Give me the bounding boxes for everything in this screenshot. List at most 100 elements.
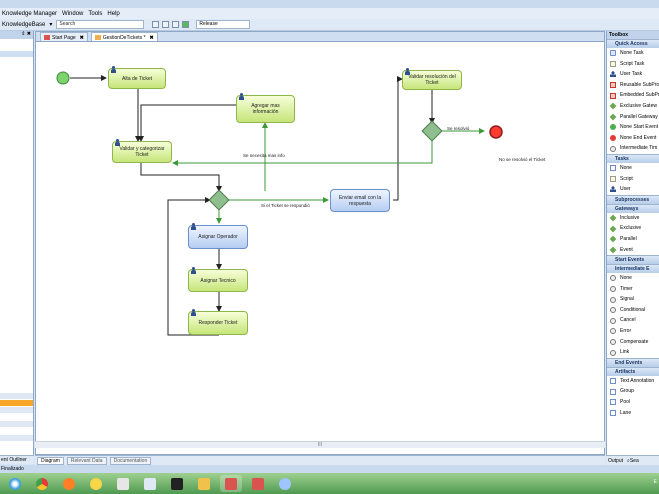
toolbox-section-header[interactable]: Tasks bbox=[607, 153, 659, 163]
toolbox-item[interactable]: Exclusive Gatew bbox=[607, 101, 659, 112]
toolbox-item[interactable]: Event bbox=[607, 245, 659, 256]
tool-icon[interactable] bbox=[274, 475, 296, 492]
toolbox-item[interactable]: Parallel Gateway bbox=[607, 112, 659, 123]
task-alta-de-ticket[interactable]: Alta de Ticket bbox=[108, 66, 166, 89]
toolbox-item[interactable]: Timer bbox=[607, 284, 659, 295]
task-agregar-mas-informacion[interactable]: Agregar mas información bbox=[236, 93, 295, 123]
tab-gestion-de-tickets[interactable]: GestionDeTickets * ✖ bbox=[90, 32, 158, 41]
end-event[interactable] bbox=[489, 125, 503, 139]
chevron-down-icon[interactable]: ▾ bbox=[49, 21, 52, 28]
toolbox-item-label: Lane bbox=[620, 409, 632, 416]
search-input[interactable]: Search bbox=[56, 20, 145, 29]
toolbox-item[interactable]: None Start Event bbox=[607, 122, 659, 133]
toolbox-item[interactable]: Conditional bbox=[607, 305, 659, 316]
none-icon bbox=[610, 165, 616, 172]
toolbox-item[interactable]: None End Event bbox=[607, 133, 659, 144]
folder-icon[interactable] bbox=[193, 475, 215, 492]
print-icon[interactable] bbox=[172, 21, 180, 28]
toolbox-section-header[interactable]: Artifacts bbox=[607, 366, 659, 376]
outline-tab[interactable]: ent Outliner bbox=[0, 455, 34, 464]
close-icon[interactable]: ✖ bbox=[149, 35, 153, 41]
tab-diagram[interactable]: Diagram bbox=[37, 456, 64, 465]
toolbox-section-header[interactable]: End Events bbox=[607, 357, 659, 367]
left-panel-row[interactable] bbox=[0, 435, 33, 441]
task-responder-ticket[interactable]: Responder Ticket bbox=[188, 309, 248, 335]
calculator-icon[interactable] bbox=[139, 475, 161, 492]
toolbox-item-label: Reusable SubPro bbox=[620, 81, 659, 88]
run-icon[interactable] bbox=[182, 21, 190, 28]
genexus-icon[interactable] bbox=[220, 475, 242, 492]
left-panel-row-selected[interactable] bbox=[0, 400, 33, 406]
gateway-respuesta[interactable] bbox=[208, 189, 230, 211]
toolbox-section-header[interactable]: Start Events bbox=[607, 255, 659, 265]
toolbox-item[interactable]: None Task bbox=[607, 48, 659, 59]
save-icon[interactable] bbox=[162, 21, 170, 28]
toolbox-item[interactable]: Error bbox=[607, 326, 659, 337]
toolbox-item-label: Cancel bbox=[620, 317, 636, 324]
toolbox-item[interactable]: Parallel bbox=[607, 234, 659, 245]
kb-dropdown[interactable]: KnowledgeBase bbox=[2, 22, 45, 28]
task-enviar-email[interactable]: Enviar email con la respuesta bbox=[330, 189, 390, 212]
toolbox-item[interactable]: Reusable SubPro bbox=[607, 80, 659, 91]
toolbox-item[interactable]: User bbox=[607, 184, 659, 195]
tab-search[interactable]: Sea bbox=[630, 458, 639, 464]
menu-knowledge-manager[interactable]: Knowledge Manager bbox=[2, 11, 57, 17]
gateway-resolucion[interactable] bbox=[421, 120, 443, 142]
tab-relevant-data[interactable]: Relevant Data bbox=[66, 456, 107, 465]
toolbox-item[interactable]: Inclusive bbox=[607, 213, 659, 224]
toolbox-section-header[interactable]: Quick Access bbox=[607, 39, 659, 48]
left-panel-row[interactable] bbox=[0, 393, 33, 399]
cmd-icon[interactable] bbox=[166, 475, 188, 492]
toolbox-item[interactable]: None bbox=[607, 163, 659, 174]
toolbar: KnowledgeBase ▾ Search Release bbox=[0, 19, 659, 31]
toolbox-item[interactable]: Lane bbox=[607, 408, 659, 419]
start-orb-icon[interactable] bbox=[4, 475, 26, 492]
toolbox-item[interactable]: Compensate bbox=[607, 337, 659, 348]
task-validar-categorizar[interactable]: Validar y categorizar Ticket bbox=[112, 139, 172, 163]
toolbox-item[interactable]: Signal bbox=[607, 294, 659, 305]
chrome-icon[interactable] bbox=[31, 475, 53, 492]
toolbox-item[interactable]: Group bbox=[607, 386, 659, 397]
toolbox-item-label: Inclusive bbox=[620, 214, 640, 221]
toolbox-item[interactable]: Exclusive bbox=[607, 223, 659, 234]
toolbox-section-header[interactable]: Gateways bbox=[607, 203, 659, 213]
close-icon[interactable]: ✖ bbox=[80, 35, 84, 41]
firefox-icon[interactable] bbox=[58, 475, 80, 492]
toolbox-item[interactable]: None bbox=[607, 273, 659, 284]
tab-documentation[interactable]: Documentation bbox=[109, 456, 152, 465]
toolbox-item[interactable]: Script Task bbox=[607, 59, 659, 70]
app-icon[interactable] bbox=[85, 475, 107, 492]
task-asignar-tecnico[interactable]: Asignar Tecnico bbox=[188, 267, 248, 292]
menu-window[interactable]: Window bbox=[62, 11, 83, 17]
tab-output[interactable]: Output bbox=[608, 458, 623, 464]
left-panel-row[interactable] bbox=[0, 421, 33, 427]
toolbox-item[interactable]: Intermediate Tim bbox=[607, 143, 659, 154]
toolbox-item[interactable]: Link bbox=[607, 347, 659, 358]
toolbox-item[interactable]: User Task bbox=[607, 69, 659, 80]
notepad-icon[interactable] bbox=[112, 475, 134, 492]
start-event[interactable] bbox=[56, 71, 70, 85]
diagram-canvas[interactable]: Alta de Ticket Agregar mas información V… bbox=[36, 43, 604, 445]
menu-help[interactable]: Help bbox=[107, 11, 119, 17]
toolbox-section-header[interactable]: Subprocesses bbox=[607, 194, 659, 204]
toolbox-item[interactable]: Text Annotation bbox=[607, 376, 659, 387]
new-icon[interactable] bbox=[152, 21, 160, 28]
tab-start-page[interactable]: Start Page ✖ bbox=[40, 32, 88, 41]
gw-icon bbox=[609, 113, 617, 121]
menu-tools[interactable]: Tools bbox=[88, 11, 102, 17]
toolbox-item[interactable]: Pool bbox=[607, 397, 659, 408]
task-validar-resolucion[interactable]: Validar resolución del Ticket bbox=[402, 68, 462, 90]
toolbox-item[interactable]: Script bbox=[607, 174, 659, 185]
toolbox-item[interactable]: Embedded SubPr bbox=[607, 90, 659, 101]
genexus-icon[interactable] bbox=[247, 475, 269, 492]
release-dropdown[interactable]: Release bbox=[196, 20, 251, 29]
task-asignar-operador[interactable]: Asignar Operador bbox=[188, 223, 248, 249]
left-panel-row[interactable] bbox=[0, 51, 33, 57]
toolbox-section-header[interactable]: Intermediate E bbox=[607, 264, 659, 274]
task-label: Validar y categorizar Ticket bbox=[119, 146, 165, 158]
toolbox-item[interactable]: Cancel bbox=[607, 315, 659, 326]
horizontal-scrollbar[interactable]: III bbox=[35, 441, 605, 448]
diagram-icon bbox=[94, 35, 101, 40]
left-panel-row[interactable] bbox=[0, 407, 33, 413]
toolbox-item-label: None bbox=[620, 164, 632, 171]
